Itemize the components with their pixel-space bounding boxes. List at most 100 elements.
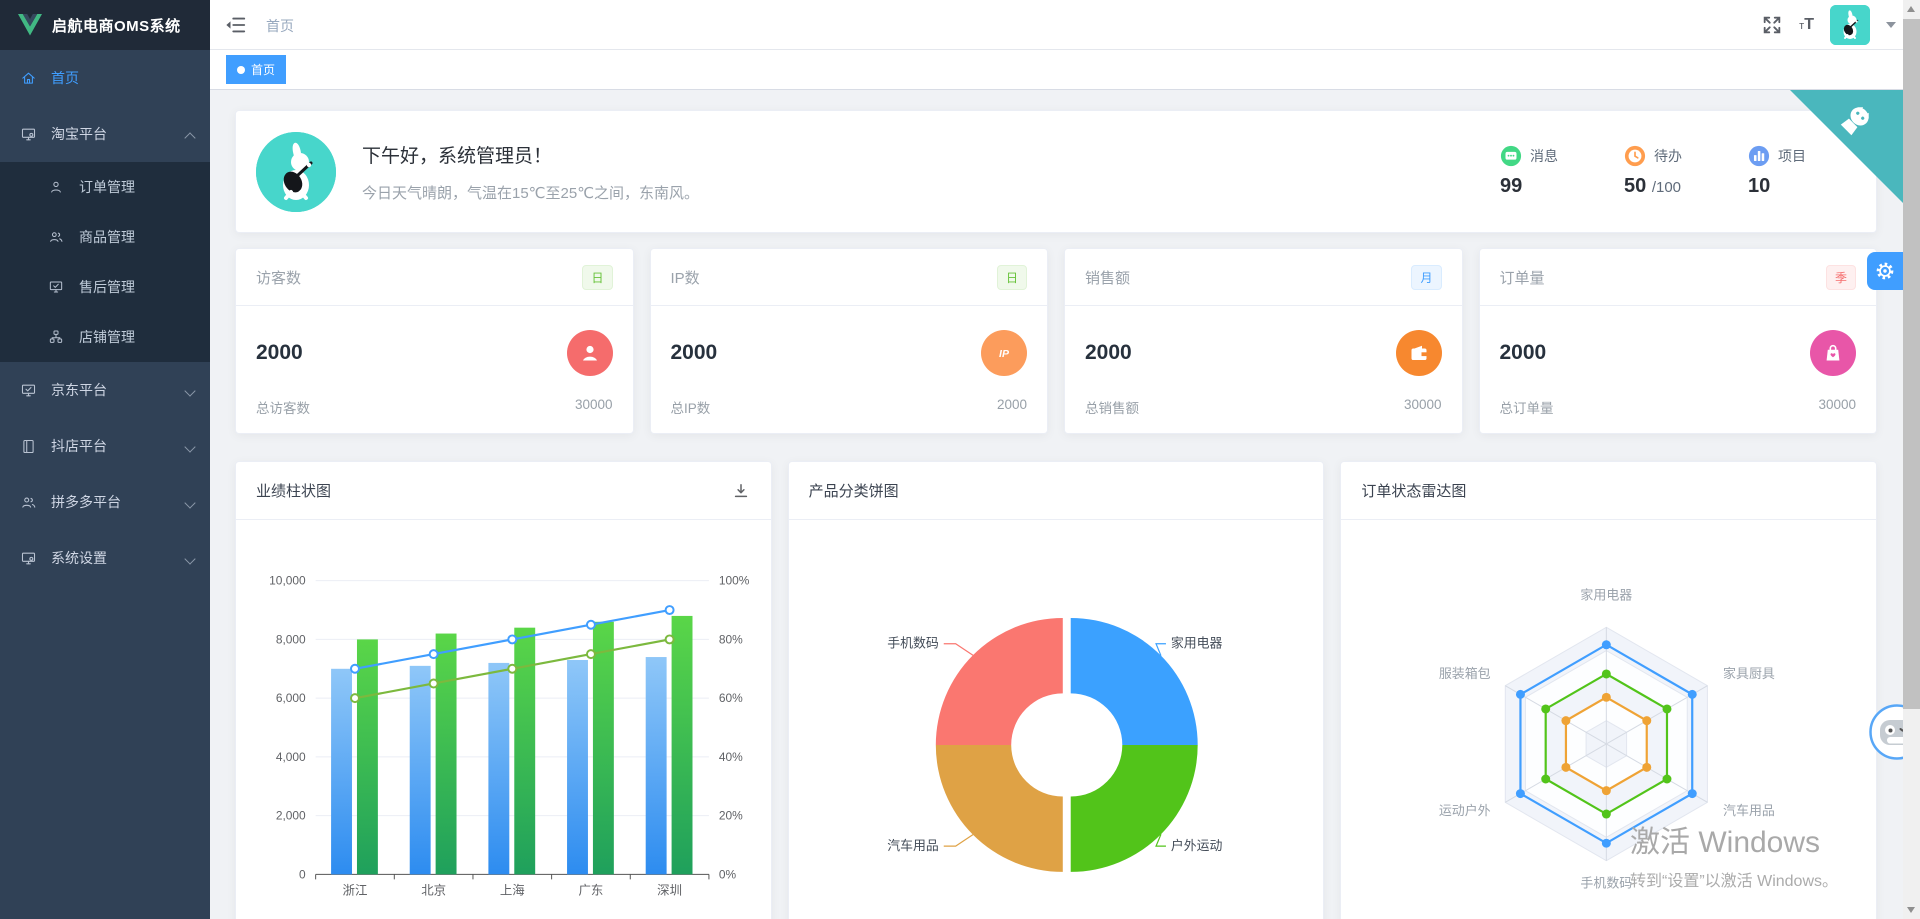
bar-chart-icon (1748, 145, 1770, 167)
svg-text:手机数码: 手机数码 (887, 636, 939, 651)
chevron-down-icon[interactable] (1886, 22, 1896, 28)
svg-text:汽车用品: 汽车用品 (887, 838, 939, 853)
sidebar-subitem-label: 订单管理 (79, 177, 135, 197)
svg-text:4,000: 4,000 (276, 750, 306, 764)
radar-chart-card: 订单状态雷达图 家用电器家具厨具汽车用品手机数码运动户外服装箱包 (1340, 461, 1877, 919)
stat-card: 订单量季2000总订单量30000 (1479, 248, 1878, 434)
tab-active-dot (237, 66, 245, 74)
sidebar-item[interactable]: 抖店平台 (0, 418, 210, 474)
pie-chart-card: 产品分类饼图 家用电器手机数码汽车用品户外运动 (788, 461, 1325, 919)
welcome-stat: 待办50 /100 (1624, 145, 1682, 198)
clock-icon (1624, 145, 1646, 167)
svg-text:上海: 上海 (500, 882, 525, 897)
top-header: 首页 тT (210, 0, 1920, 50)
welcome-stats: 消息99待办50 /100项目10 (1500, 145, 1806, 198)
sidebar-item-label: 淘宝平台 (51, 124, 107, 144)
bar-chart-header: 业绩柱状图 (236, 462, 771, 520)
stat-card-value: 2000 (256, 341, 303, 365)
svg-text:浙江: 浙江 (343, 882, 368, 897)
svg-text:手机数码: 手机数码 (1581, 876, 1633, 891)
sidebar-subitem[interactable]: 商品管理 (0, 212, 210, 262)
pie-chart-title: 产品分类饼图 (809, 480, 899, 501)
svg-text:100%: 100% (719, 574, 750, 588)
stat-card: 访客数日2000总访客数30000 (235, 248, 634, 434)
app-logo-bar[interactable]: 启航电商OMS系统 (0, 0, 210, 50)
sidebar-subitem[interactable]: 订单管理 (0, 162, 210, 212)
sidebar-item[interactable]: 系统设置 (0, 530, 210, 586)
scrollbar-down-arrow[interactable] (1907, 907, 1915, 913)
monitor-gear-icon (20, 126, 37, 143)
download-icon[interactable] (731, 481, 751, 501)
svg-text:8,000: 8,000 (276, 632, 306, 646)
book-icon (20, 438, 37, 455)
svg-text:10,000: 10,000 (269, 574, 306, 588)
radar-chart-header: 订单状态雷达图 (1341, 462, 1876, 520)
welcome-stat-value: 50 /100 (1624, 175, 1682, 198)
radar-chart-title: 订单状态雷达图 (1361, 480, 1466, 501)
chevron-down-icon (186, 441, 196, 451)
stat-card-title: 订单量 (1500, 267, 1545, 288)
gear-icon (1874, 260, 1896, 282)
stat-card-title: 访客数 (256, 267, 301, 288)
stat-card-value: 2000 (1085, 341, 1132, 365)
svg-text:0: 0 (299, 867, 306, 881)
sidebar-collapse-icon[interactable] (225, 14, 247, 36)
radar-chart: 家用电器家具厨具汽车用品手机数码运动户外服装箱包 (1341, 520, 1876, 919)
sidebar-subitem[interactable]: 售后管理 (0, 262, 210, 312)
sidebar-item-label: 首页 (51, 68, 79, 88)
stat-card-value: 2000 (1500, 341, 1547, 365)
stat-card: 销售额月2000总销售额30000 (1064, 248, 1463, 434)
period-badge: 季 (1826, 265, 1856, 290)
welcome-stat-label: 消息 (1530, 146, 1558, 166)
tab-bar: 首页 (210, 50, 1920, 90)
sidebar-submenu: 订单管理商品管理售后管理店铺管理 (0, 162, 210, 362)
sidebar-item[interactable]: 首页 (0, 50, 210, 106)
pie-chart: 家用电器手机数码汽车用品户外运动 (789, 520, 1324, 919)
monitor-check-icon (48, 279, 65, 296)
svg-text:汽车用品: 汽车用品 (1723, 803, 1775, 818)
pie-chart-header: 产品分类饼图 (789, 462, 1324, 520)
sidebar-item[interactable]: 拼多多平台 (0, 474, 210, 530)
stat-card-footer-label: 总访客数 (256, 397, 310, 417)
bar-chart-title: 业绩柱状图 (256, 480, 331, 501)
svg-text:北京: 北京 (421, 883, 446, 897)
chevron-up-icon (186, 129, 196, 139)
avatar[interactable] (1830, 5, 1870, 45)
user-icon (48, 179, 65, 196)
weather-note: 今日天气晴朗，气温在15℃至25℃之间，东南风。 (362, 182, 699, 203)
sidebar: 启航电商OMS系统 首页淘宝平台订单管理商品管理售后管理店铺管理京东平台抖店平台… (0, 0, 210, 919)
stat-card-footer-label: 总IP数 (671, 397, 711, 417)
page-scrollbar (1903, 0, 1920, 919)
welcome-stat-value: 99 (1500, 175, 1558, 198)
scrollbar-up-arrow[interactable] (1907, 6, 1915, 12)
svg-text:60%: 60% (719, 691, 743, 705)
theme-settings-button[interactable] (1867, 252, 1903, 290)
bar-chart: 02,0004,0006,0008,00010,0000%20%40%60%80… (236, 520, 771, 919)
welcome-stat: 消息 99 (1500, 145, 1558, 198)
svg-text:40%: 40% (719, 750, 743, 764)
sidebar-subitem-label: 商品管理 (79, 227, 135, 247)
sidebar-item[interactable]: 京东平台 (0, 362, 210, 418)
svg-text:家用电器: 家用电器 (1581, 587, 1633, 602)
app-title: 启航电商OMS系统 (52, 15, 181, 36)
sidebar-item[interactable]: 淘宝平台 (0, 106, 210, 162)
font-size-icon[interactable]: тT (1799, 17, 1814, 33)
svg-text:家用电器: 家用电器 (1171, 636, 1223, 651)
breadcrumb[interactable]: 首页 (266, 16, 294, 36)
person-icon (567, 330, 613, 376)
chevron-down-icon (186, 385, 196, 395)
tab-home[interactable]: 首页 (226, 55, 286, 84)
tab-label: 首页 (251, 61, 275, 78)
welcome-text: 下午好，系统管理员！ 今日天气晴朗，气温在15℃至25℃之间，东南风。 (362, 141, 699, 203)
period-badge: 日 (997, 265, 1027, 290)
svg-text:服装箱包: 服装箱包 (1439, 666, 1491, 681)
sidebar-subitem[interactable]: 店铺管理 (0, 312, 210, 362)
fullscreen-icon[interactable] (1761, 14, 1783, 36)
sidebar-item-label: 系统设置 (51, 548, 107, 568)
period-badge: 日 (582, 265, 612, 290)
svg-text:运动户外: 运动户外 (1439, 803, 1491, 818)
period-badge: 月 (1411, 265, 1441, 290)
scrollbar-thumb[interactable] (1903, 19, 1920, 709)
ip-icon: IP (981, 330, 1027, 376)
stat-card-footer-label: 总订单量 (1500, 397, 1554, 417)
